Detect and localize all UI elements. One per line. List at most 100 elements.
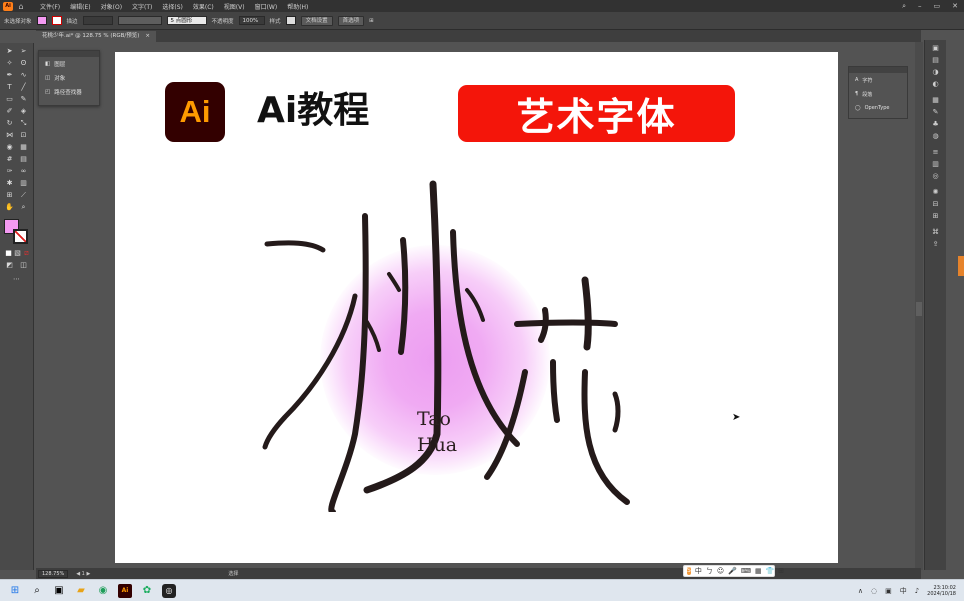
maximize-icon[interactable]: ▭ [934, 2, 941, 10]
artboard-nav-icon[interactable]: ◀ 1 ▶ [76, 571, 90, 577]
hand-tool-icon[interactable]: ✋ [5, 203, 14, 212]
scale-tool-icon[interactable]: ⤡ [19, 119, 28, 128]
stroke-icon[interactable]: ≡ [931, 148, 940, 156]
rectangle-tool-icon[interactable]: ▭ [5, 95, 14, 104]
draw-mode-icon[interactable]: ◩ [5, 261, 14, 270]
symbol-sprayer-tool-icon[interactable]: ✱ [5, 179, 14, 188]
file-explorer-icon[interactable]: ▰ [74, 584, 88, 598]
gradient-tool-icon[interactable]: ▤ [19, 155, 28, 164]
opacity-field[interactable]: 100% [238, 16, 265, 25]
free-transform-tool-icon[interactable]: ⊡ [19, 131, 28, 140]
libraries-icon[interactable]: ▤ [931, 56, 940, 64]
ime-keyboard-icon[interactable]: ⌨ [741, 567, 751, 575]
lasso-tool-icon[interactable]: ʘ [19, 59, 28, 68]
width-tool-icon[interactable]: ⋈ [5, 131, 14, 140]
direct-selection-tool-icon[interactable]: ➢ [19, 47, 28, 56]
close-icon[interactable]: ✕ [952, 2, 958, 10]
color-mode-icon[interactable]: ■ [4, 249, 13, 258]
zoom-field[interactable]: 128.75% [38, 569, 69, 578]
menu-help[interactable]: 帮助(H) [287, 2, 308, 11]
line-tool-icon[interactable]: ╱ [19, 83, 28, 92]
search-icon[interactable]: ⌕ [902, 2, 906, 11]
swatches-icon[interactable]: ▦ [931, 96, 940, 104]
slice-tool-icon[interactable]: ⟋ [19, 191, 28, 200]
task-view-icon[interactable]: ▣ [52, 584, 66, 598]
start-icon[interactable]: ⊞ [8, 584, 22, 598]
ime-emoji-icon[interactable]: ☺ [717, 567, 724, 575]
menu-window[interactable]: 窗口(W) [255, 2, 278, 11]
menu-view[interactable]: 视图(V) [224, 2, 245, 11]
perspective-grid-tool-icon[interactable]: ▦ [19, 143, 28, 152]
arrange-icon[interactable]: ⊞ [369, 18, 374, 24]
color-guide-icon[interactable]: ◐ [931, 80, 940, 88]
brushes-icon[interactable]: ✎ [931, 108, 940, 116]
pen-tool-icon[interactable]: ✒ [5, 71, 14, 80]
edit-toolbar-icon[interactable]: ⋯ [12, 275, 21, 284]
symbols-icon[interactable]: ♣ [931, 120, 940, 128]
color-icon[interactable]: ◑ [931, 68, 940, 76]
search-icon[interactable]: ⌕ [30, 584, 44, 598]
stroke-swatch[interactable] [51, 16, 62, 25]
appearance-icon[interactable]: ✺ [931, 188, 940, 196]
magic-wand-tool-icon[interactable]: ✧ [5, 59, 14, 68]
curvature-tool-icon[interactable]: ∿ [19, 71, 28, 80]
stroke-color-icon[interactable] [13, 229, 28, 244]
tray-volume-icon[interactable]: ♪ [915, 587, 919, 595]
ime-voice-icon[interactable]: 🎤 [728, 567, 737, 575]
vertical-scrollbar[interactable] [915, 42, 923, 570]
panel-item-character[interactable]: A 字符 [849, 73, 907, 87]
tray-network-icon[interactable]: ◌ [871, 587, 877, 595]
tab-close-icon[interactable]: × [145, 31, 150, 42]
ime-toolbox-icon[interactable]: ▦ [755, 567, 762, 575]
ime-punctuation-icon[interactable]: ㄅ [706, 566, 713, 576]
graphic-styles-icon[interactable]: ◍ [931, 132, 940, 140]
align-icon[interactable]: ⊟ [931, 200, 940, 208]
ime-skin-icon[interactable]: 👕 [766, 567, 775, 575]
edge-icon[interactable]: ◉ [96, 584, 110, 598]
panel-item-opentype[interactable]: ◯ OpenType [849, 101, 907, 115]
shape-builder-tool-icon[interactable]: ◉ [5, 143, 14, 152]
menu-object[interactable]: 对象(O) [101, 2, 122, 11]
wechat-icon[interactable]: ✿ [140, 584, 154, 598]
links-icon[interactable]: ⌘ [931, 228, 940, 236]
brush-point-field[interactable]: 5 点圆形 [166, 16, 207, 25]
obs-icon[interactable]: ◎ [162, 583, 176, 598]
document-tab[interactable]: 花桃少年.ai* @ 128.75 % (RGB/预览) × [36, 31, 156, 42]
menu-type[interactable]: 文字(T) [132, 2, 152, 11]
illustrator-taskbar-icon[interactable]: Ai [118, 583, 132, 598]
gradient-icon[interactable]: ▥ [931, 160, 940, 168]
fill-swatch[interactable] [36, 16, 47, 25]
scroll-thumb[interactable] [916, 302, 922, 316]
menu-file[interactable]: 文件(F) [40, 2, 60, 11]
transform-icon[interactable]: ⊞ [931, 212, 940, 220]
preferences-button[interactable]: 首选项 [337, 15, 365, 26]
menu-effect[interactable]: 效果(C) [193, 2, 214, 11]
graph-tool-icon[interactable]: ▥ [19, 179, 28, 188]
transparency-icon[interactable]: ◎ [931, 172, 940, 180]
gradient-mode-icon[interactable]: ▧ [13, 249, 22, 258]
ime-chinese-mode[interactable]: 中 [695, 566, 702, 576]
ime-menu-icon[interactable]: ⊞ [778, 567, 784, 575]
mesh-tool-icon[interactable]: # [5, 155, 14, 164]
panel-item-paragraph[interactable]: ¶ 段落 [849, 87, 907, 101]
clock[interactable]: 23:10:02 2024/10/18 [927, 585, 956, 597]
none-mode-icon[interactable]: ⧄ [22, 249, 31, 258]
type-tool-icon[interactable]: T [5, 83, 14, 92]
home-icon[interactable]: ⌂ [16, 2, 26, 11]
screen-mode-icon[interactable]: ◫ [19, 261, 28, 270]
artboard-tool-icon[interactable]: ⊞ [5, 191, 14, 200]
style-swatch[interactable] [285, 16, 296, 25]
ime-logo-icon[interactable]: S [687, 567, 691, 575]
menu-edit[interactable]: 编辑(E) [70, 2, 90, 11]
paintbrush-tool-icon[interactable]: ✎ [19, 95, 28, 104]
zoom-tool-icon[interactable]: ⌕ [19, 203, 28, 212]
export-icon[interactable]: ⇪ [931, 240, 940, 248]
eraser-tool-icon[interactable]: ◈ [19, 107, 28, 116]
minimize-icon[interactable]: – [918, 2, 922, 10]
document-setup-button[interactable]: 文档设置 [300, 15, 333, 26]
menu-select[interactable]: 选择(S) [162, 2, 183, 11]
tray-chevron-icon[interactable]: ∧ [858, 587, 863, 595]
eyedropper-tool-icon[interactable]: ✑ [5, 167, 14, 176]
variable-width-field[interactable] [117, 16, 162, 25]
blend-tool-icon[interactable]: ∞ [19, 167, 28, 176]
